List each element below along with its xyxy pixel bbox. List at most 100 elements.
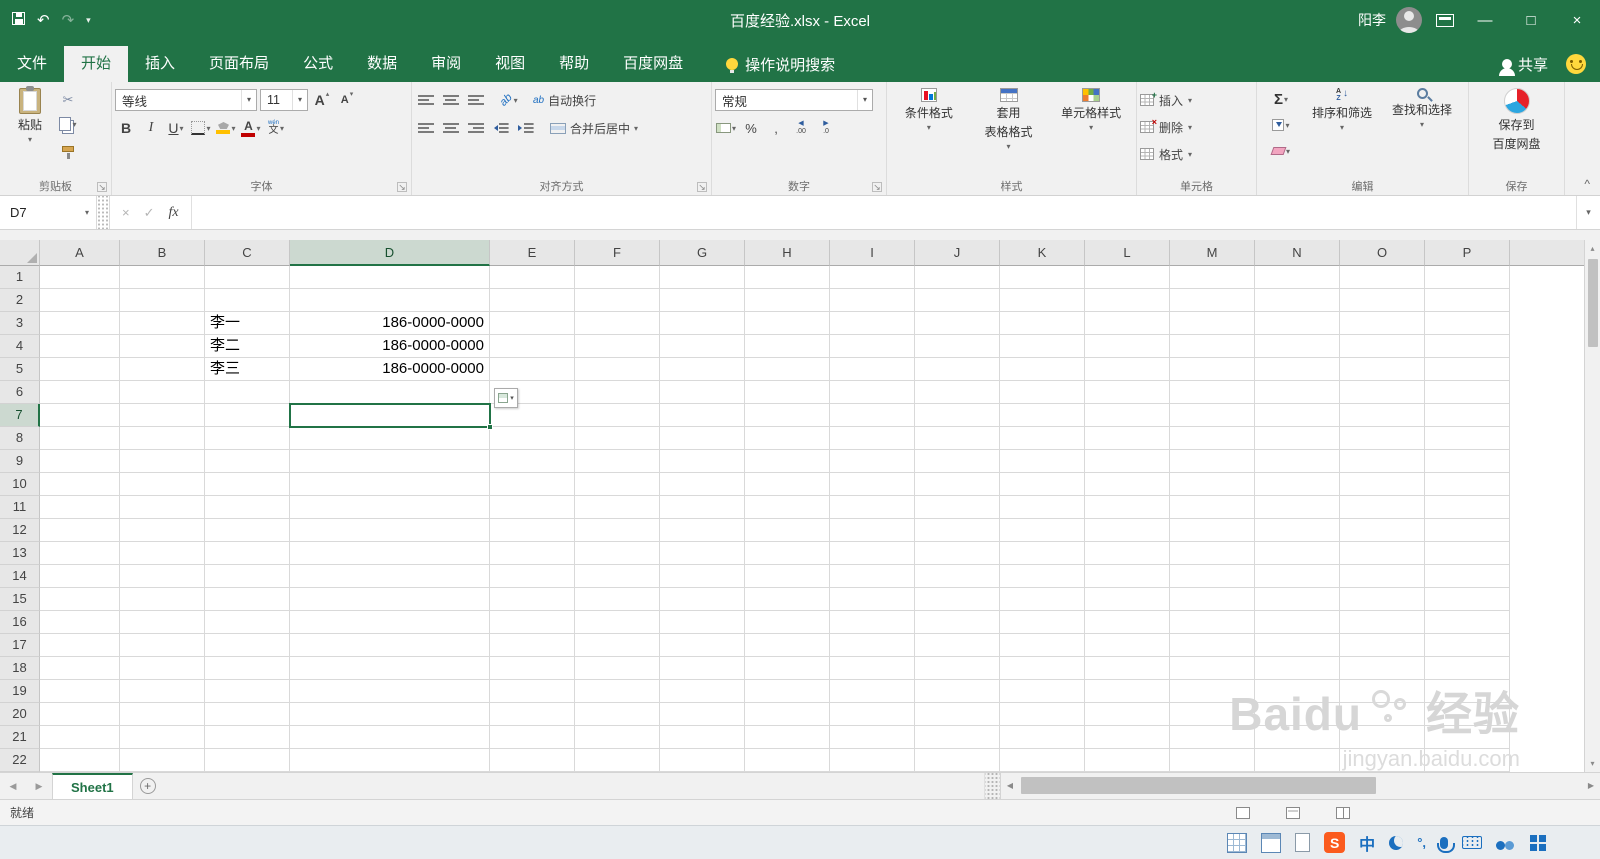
cell-M21[interactable] [1170, 726, 1255, 749]
format-as-table-button[interactable]: 套用 表格格式 [968, 86, 1050, 178]
cell-P16[interactable] [1425, 611, 1510, 634]
cell-G19[interactable] [660, 680, 745, 703]
cell-D12[interactable] [290, 519, 490, 542]
cell-K21[interactable] [1000, 726, 1085, 749]
cell-E20[interactable] [490, 703, 575, 726]
cell-C2[interactable] [205, 289, 290, 312]
cell-A1[interactable] [40, 266, 120, 289]
cell-C15[interactable] [205, 588, 290, 611]
tab-page-layout[interactable]: 页面布局 [192, 46, 286, 82]
cell-D11[interactable] [290, 496, 490, 519]
save-icon[interactable] [12, 11, 25, 29]
cell-E18[interactable] [490, 657, 575, 680]
namebox-splitter[interactable] [96, 196, 110, 229]
cell-B8[interactable] [120, 427, 205, 450]
font-name-select[interactable]: 等线 [115, 89, 257, 111]
name-box[interactable]: D7 [0, 196, 96, 229]
redo-icon[interactable] [62, 12, 75, 29]
cancel-formula-icon[interactable] [122, 205, 130, 220]
row-header-14[interactable]: 14 [0, 565, 40, 588]
row-header-18[interactable]: 18 [0, 657, 40, 680]
middle-align-button[interactable] [440, 89, 462, 111]
cell-I11[interactable] [830, 496, 915, 519]
cell-L18[interactable] [1085, 657, 1170, 680]
paste-button[interactable]: 粘贴 [3, 86, 57, 178]
cell-E11[interactable] [490, 496, 575, 519]
cell-P8[interactable] [1425, 427, 1510, 450]
cell-N1[interactable] [1255, 266, 1340, 289]
cell-A21[interactable] [40, 726, 120, 749]
row-header-3[interactable]: 3 [0, 312, 40, 335]
column-header-O[interactable]: O [1340, 240, 1425, 266]
close-button[interactable] [1554, 0, 1600, 40]
cell-I10[interactable] [830, 473, 915, 496]
conditional-formatting-button[interactable]: 条件格式 [890, 86, 968, 178]
column-header-H[interactable]: H [745, 240, 830, 266]
wrap-text-button[interactable]: ab 自动换行 [533, 89, 596, 111]
column-header-E[interactable]: E [490, 240, 575, 266]
cell-K19[interactable] [1000, 680, 1085, 703]
cell-E1[interactable] [490, 266, 575, 289]
cell-M18[interactable] [1170, 657, 1255, 680]
share-button[interactable]: 共享 [1498, 54, 1548, 76]
cell-G13[interactable] [660, 542, 745, 565]
cell-K15[interactable] [1000, 588, 1085, 611]
ime-skin-grid-icon[interactable] [1530, 834, 1546, 851]
cell-M7[interactable] [1170, 404, 1255, 427]
cell-L9[interactable] [1085, 450, 1170, 473]
cell-J18[interactable] [915, 657, 1000, 680]
cell-A16[interactable] [40, 611, 120, 634]
cell-L16[interactable] [1085, 611, 1170, 634]
cell-A6[interactable] [40, 381, 120, 404]
cell-K11[interactable] [1000, 496, 1085, 519]
tab-view[interactable]: 视图 [478, 46, 542, 82]
fill-button[interactable] [1260, 114, 1302, 136]
cell-E9[interactable] [490, 450, 575, 473]
cell-F21[interactable] [575, 726, 660, 749]
cell-E17[interactable] [490, 634, 575, 657]
cell-N17[interactable] [1255, 634, 1340, 657]
cell-N4[interactable] [1255, 335, 1340, 358]
cell-C9[interactable] [205, 450, 290, 473]
cell-D4[interactable]: 186-0000-0000 [290, 335, 490, 358]
cell-M2[interactable] [1170, 289, 1255, 312]
cell-J20[interactable] [915, 703, 1000, 726]
chevron-down-icon[interactable] [292, 90, 307, 110]
cell-P22[interactable] [1425, 749, 1510, 772]
cell-G5[interactable] [660, 358, 745, 381]
vertical-scroll-thumb[interactable] [1587, 259, 1598, 347]
underline-button[interactable]: U [165, 117, 187, 139]
cell-O14[interactable] [1340, 565, 1425, 588]
cell-C5[interactable]: 李三 [205, 358, 290, 381]
cell-F13[interactable] [575, 542, 660, 565]
row-header-19[interactable]: 19 [0, 680, 40, 703]
cell-G12[interactable] [660, 519, 745, 542]
column-header-G[interactable]: G [660, 240, 745, 266]
cell-N7[interactable] [1255, 404, 1340, 427]
chevron-down-icon[interactable] [78, 208, 96, 217]
cell-I16[interactable] [830, 611, 915, 634]
cell-K16[interactable] [1000, 611, 1085, 634]
cell-O6[interactable] [1340, 381, 1425, 404]
cell-J5[interactable] [915, 358, 1000, 381]
cell-N5[interactable] [1255, 358, 1340, 381]
row-header-5[interactable]: 5 [0, 358, 40, 381]
row-header-17[interactable]: 17 [0, 634, 40, 657]
cell-N3[interactable] [1255, 312, 1340, 335]
tab-help[interactable]: 帮助 [542, 46, 606, 82]
cell-D1[interactable] [290, 266, 490, 289]
align-center-button[interactable] [440, 117, 462, 139]
clear-button[interactable] [1260, 140, 1302, 162]
row-header-8[interactable]: 8 [0, 427, 40, 450]
cell-C21[interactable] [205, 726, 290, 749]
cell-P6[interactable] [1425, 381, 1510, 404]
cell-B19[interactable] [120, 680, 205, 703]
phonetic-guide-button[interactable]: wén 文 [265, 117, 287, 139]
cell-O22[interactable] [1340, 749, 1425, 772]
cell-E8[interactable] [490, 427, 575, 450]
cell-C19[interactable] [205, 680, 290, 703]
row-header-15[interactable]: 15 [0, 588, 40, 611]
cell-C18[interactable] [205, 657, 290, 680]
cell-N14[interactable] [1255, 565, 1340, 588]
cell-N12[interactable] [1255, 519, 1340, 542]
